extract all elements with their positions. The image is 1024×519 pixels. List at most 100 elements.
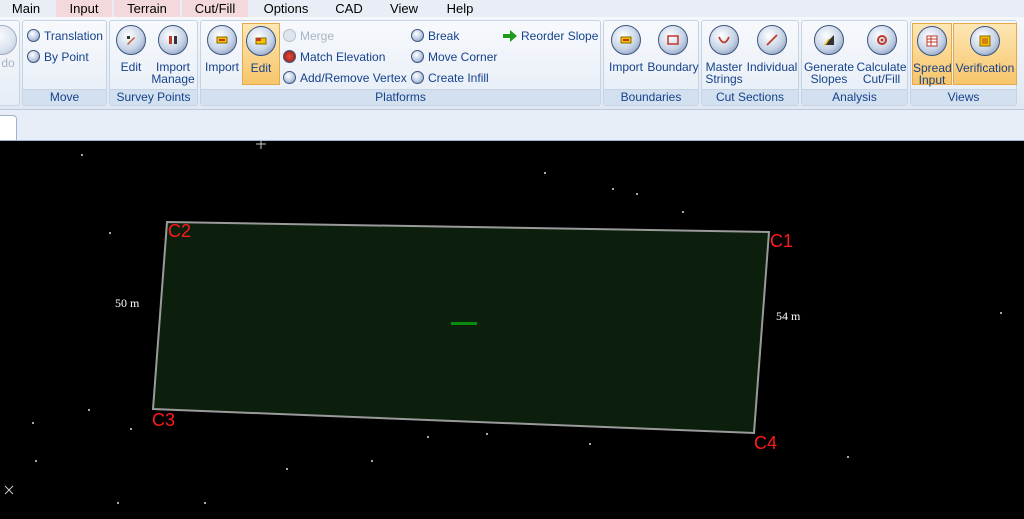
ribbon-group-partial: do bbox=[0, 20, 20, 106]
survey-point bbox=[847, 456, 849, 458]
menu-terrain[interactable]: Terrain bbox=[114, 0, 180, 17]
survey-point bbox=[427, 436, 429, 438]
create-infill-button[interactable]: Create Infill bbox=[411, 69, 489, 87]
verification-icon bbox=[970, 26, 1000, 56]
menu-options[interactable]: Options bbox=[250, 0, 322, 17]
ribbon-group-platforms: Import Edit Merge Match Elevation Add/Re… bbox=[200, 20, 601, 106]
calculate-cut-fill-icon bbox=[866, 25, 897, 55]
by-point-button[interactable]: By Point bbox=[27, 48, 89, 66]
move-corner-icon bbox=[411, 50, 424, 64]
individual-button[interactable]: Individual bbox=[745, 23, 799, 85]
add-remove-vertex-label: Add/Remove Vertex bbox=[300, 71, 407, 85]
corner-label-c4: C4 bbox=[754, 433, 778, 453]
translation-button[interactable]: Translation bbox=[27, 27, 103, 45]
survey-point bbox=[589, 443, 591, 445]
generate-slopes-icon bbox=[814, 25, 844, 55]
break-button[interactable]: Break bbox=[411, 27, 459, 45]
undo-icon bbox=[0, 25, 17, 55]
survey-point bbox=[35, 460, 37, 462]
verification-button[interactable]: Verification bbox=[953, 23, 1017, 85]
dimension-right: 54 m bbox=[776, 309, 801, 323]
survey-point bbox=[32, 422, 34, 424]
individual-label: Individual bbox=[746, 60, 798, 74]
calculate-cut-fill-label-2: Cut/Fill bbox=[862, 72, 901, 86]
survey-point bbox=[486, 433, 488, 435]
add-remove-vertex-button[interactable]: Add/Remove Vertex bbox=[283, 69, 407, 87]
match-elevation-button[interactable]: Match Elevation bbox=[283, 48, 385, 66]
master-strings-label-2: Strings bbox=[705, 72, 743, 86]
ribbon: do Translation By Point Move Edit Import… bbox=[0, 17, 1024, 110]
calculate-cut-fill-button[interactable]: Calculate Cut/Fill bbox=[855, 23, 908, 85]
corner-label-c1: C1 bbox=[770, 231, 794, 251]
generate-slopes-label-2: Slopes bbox=[810, 72, 848, 86]
create-infill-label: Create Infill bbox=[428, 71, 489, 85]
boundary-button[interactable]: Boundary bbox=[647, 23, 699, 85]
move-corner-label: Move Corner bbox=[428, 50, 498, 64]
ribbon-group-analysis: Generate Slopes Calculate Cut/Fill Analy… bbox=[801, 20, 908, 106]
platform-polygon bbox=[151, 220, 771, 435]
survey-point bbox=[371, 460, 373, 462]
platform-edit-label: Edit bbox=[250, 61, 272, 75]
ribbon-group-move: Translation By Point Move bbox=[22, 20, 107, 106]
survey-edit-label: Edit bbox=[120, 60, 142, 74]
close-icon bbox=[4, 485, 14, 495]
generate-slopes-button[interactable]: Generate Slopes bbox=[803, 23, 855, 85]
merge-button[interactable]: Merge bbox=[283, 27, 334, 45]
master-strings-icon bbox=[709, 25, 739, 55]
survey-edit-button[interactable]: Edit bbox=[114, 23, 148, 85]
corner-label-c3: C3 bbox=[152, 410, 176, 430]
menu-cut-fill[interactable]: Cut/Fill bbox=[182, 0, 248, 17]
platform-edit-icon bbox=[246, 26, 276, 56]
group-label-boundaries: Boundaries bbox=[604, 89, 698, 105]
survey-point bbox=[544, 172, 546, 174]
dimension-left: 50 m bbox=[115, 296, 140, 310]
menu-bar: Main Input Terrain Cut/Fill Options CAD … bbox=[0, 0, 1024, 17]
reorder-slope-label: Reorder Slope bbox=[521, 29, 599, 43]
ribbon-group-survey-points: Edit Import Manage Survey Points bbox=[109, 20, 198, 106]
survey-point bbox=[109, 232, 111, 234]
import-manage-button[interactable]: Import Manage bbox=[150, 23, 196, 85]
reorder-slope-button[interactable]: Reorder Slope bbox=[503, 27, 598, 45]
move-corner-button[interactable]: Move Corner bbox=[411, 48, 497, 66]
spread-input-label-2: Input bbox=[918, 73, 946, 87]
boundary-import-icon bbox=[611, 25, 641, 55]
survey-point bbox=[682, 211, 684, 213]
by-point-label: By Point bbox=[44, 50, 89, 64]
break-icon bbox=[411, 29, 424, 43]
survey-point bbox=[130, 428, 132, 430]
verification-label: Verification bbox=[955, 61, 1015, 75]
group-label-move: Move bbox=[23, 89, 106, 105]
survey-point bbox=[1000, 312, 1002, 314]
match-elevation-icon bbox=[283, 50, 296, 64]
document-tab[interactable] bbox=[0, 115, 17, 140]
boundary-label: Boundary bbox=[647, 60, 699, 74]
group-label-platforms: Platforms bbox=[201, 89, 600, 105]
translation-label: Translation bbox=[44, 29, 103, 43]
group-label-survey-points: Survey Points bbox=[110, 89, 197, 105]
platform-center-marker bbox=[451, 322, 477, 325]
cursor-crosshair bbox=[256, 141, 266, 149]
survey-point bbox=[81, 154, 83, 156]
boundary-import-button[interactable]: Import bbox=[606, 23, 646, 85]
menu-cad[interactable]: CAD bbox=[324, 0, 374, 17]
break-label: Break bbox=[428, 29, 460, 43]
merge-icon bbox=[283, 29, 296, 43]
platform-edit-button[interactable]: Edit bbox=[242, 23, 280, 85]
survey-point bbox=[612, 188, 614, 190]
menu-main[interactable]: Main bbox=[0, 0, 52, 17]
undo-label: do bbox=[1, 56, 15, 70]
survey-point bbox=[636, 193, 638, 195]
menu-view[interactable]: View bbox=[376, 0, 432, 17]
drawing-svg bbox=[4, 141, 1002, 504]
arrow-right-icon bbox=[503, 29, 517, 42]
undo-button[interactable]: do bbox=[0, 23, 19, 85]
ribbon-group-boundaries: Import Boundary Boundaries bbox=[603, 20, 699, 106]
spread-input-icon bbox=[917, 26, 947, 56]
master-strings-button[interactable]: Master Strings bbox=[703, 23, 745, 85]
menu-help[interactable]: Help bbox=[434, 0, 486, 17]
platform-import-button[interactable]: Import bbox=[203, 23, 241, 85]
drawing-canvas[interactable]: C2 C1 C3 C4 50 m 54 m bbox=[0, 141, 1024, 519]
individual-icon bbox=[757, 25, 787, 55]
spread-input-button[interactable]: Spread Input bbox=[912, 23, 952, 87]
menu-input[interactable]: Input bbox=[56, 0, 112, 17]
